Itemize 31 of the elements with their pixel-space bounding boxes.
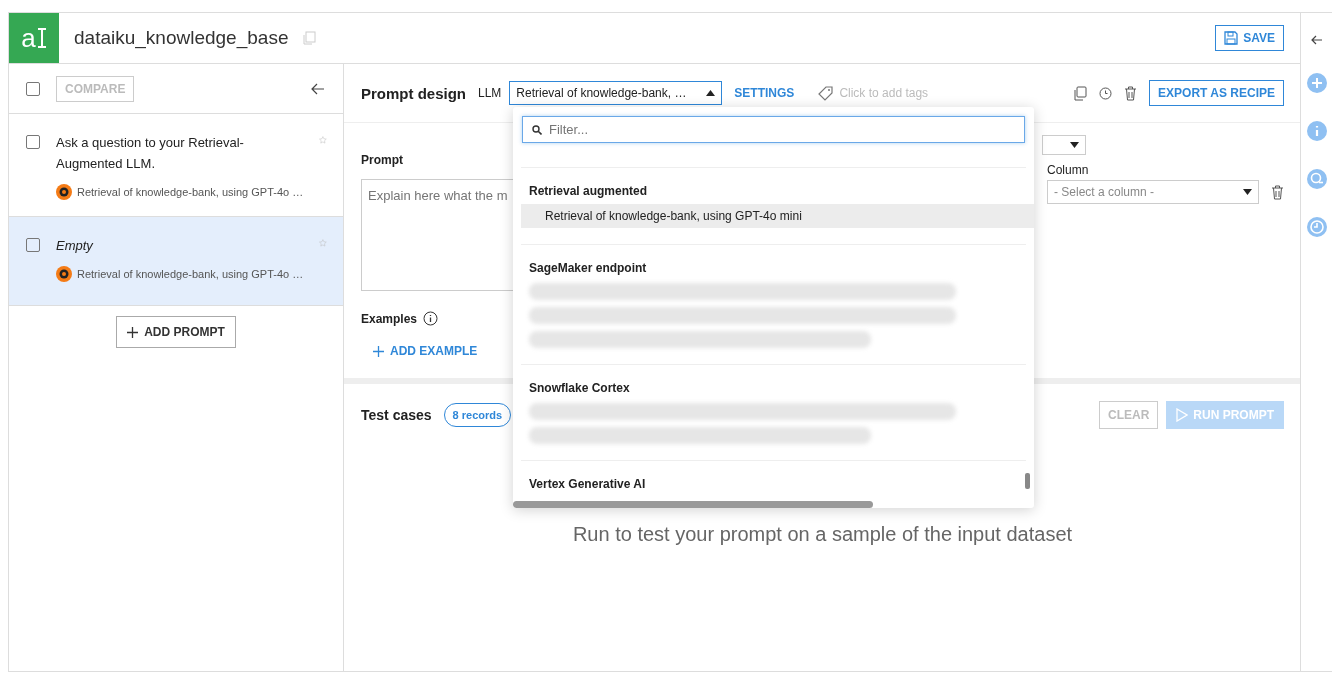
project-title: dataiku_knowledge_base: [74, 27, 289, 49]
app-logo[interactable]: a: [9, 13, 59, 63]
prompt-label: Prompt: [361, 153, 404, 167]
add-prompt-button[interactable]: ADD PROMPT: [116, 316, 236, 348]
model-name: Retrieval of knowledge-bank, using GPT-4o …: [77, 186, 304, 198]
add-example-button[interactable]: ADD EXAMPLE: [373, 344, 661, 358]
empty-state-message: Run to test your prompt on a sample of the input dataset: [571, 523, 1074, 546]
settings-link[interactable]: SETTINGS: [734, 86, 795, 100]
export-as-recipe-button[interactable]: EXPORT AS RECIPE: [1149, 80, 1284, 106]
tags-field[interactable]: Click to add tags: [818, 85, 929, 101]
llm-label: LLM: [478, 86, 502, 100]
logo-letter: a: [21, 22, 36, 54]
group-heading: Snowflake Cortex: [529, 381, 631, 395]
group-heading: Retrieval augmented: [529, 184, 649, 198]
prompt-title: Ask a question to your Retrieval-Augmented LLM.: [56, 134, 245, 173]
filter-field[interactable]: Filter...: [522, 116, 1025, 143]
llm-select[interactable]: Retrieval of knowledge-bank, …: [509, 81, 723, 105]
column-label: Column: [1047, 163, 1090, 177]
model-name: Retrieval of knowledge-bank, using GPT-4o …: [77, 268, 304, 280]
examples-label: Examples: [361, 311, 418, 326]
clear-button[interactable]: CLEAR: [1099, 401, 1159, 429]
section-title: Prompt design: [361, 84, 466, 102]
compare-button[interactable]: COMPARE: [56, 75, 135, 102]
group-heading: SageMaker endpoint: [529, 261, 648, 275]
dropdown-option[interactable]: Retrieval of knowledge-bank, using GPT-4o mini: [521, 204, 1034, 228]
prompt-title: Empty: [56, 237, 94, 255]
group-heading: Vertex Generative AI: [529, 477, 647, 491]
prompt-list-item[interactable]: Empty Retrieval of knowledge-bank, using GPT-4o …: [9, 217, 343, 306]
section-title: Test cases: [361, 407, 432, 423]
column-select[interactable]: - Select a column -: [1047, 180, 1259, 204]
save-button[interactable]: SAVE: [1215, 25, 1284, 51]
